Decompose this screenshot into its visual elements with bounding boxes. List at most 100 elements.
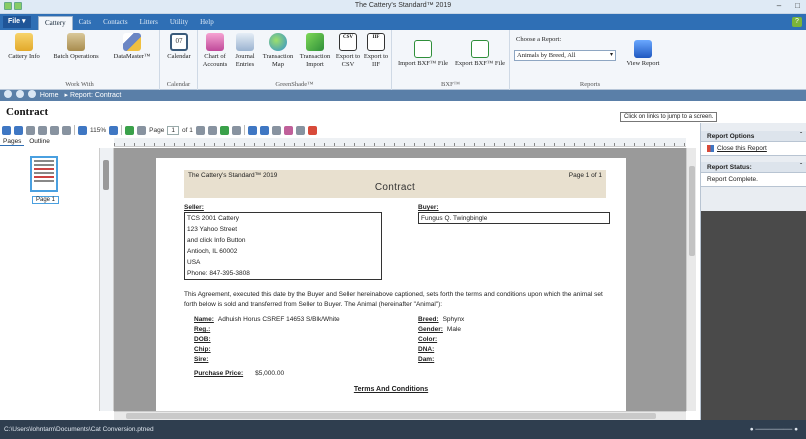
export-icon[interactable]	[38, 125, 47, 135]
last-page-icon[interactable]	[207, 125, 217, 135]
page-label: Page	[149, 126, 165, 134]
report-select[interactable]: Animals by Breed, All ▾	[514, 50, 616, 61]
single-page-icon[interactable]	[247, 125, 257, 135]
export-csv-button[interactable]: CSV Export to CSV	[334, 33, 362, 69]
previous-page-icon[interactable]	[137, 125, 147, 135]
tab-contacts[interactable]: Contacts	[97, 16, 134, 30]
back-icon[interactable]	[4, 90, 12, 98]
divider	[74, 125, 75, 135]
chart-of-accounts-button[interactable]: Chart of Accounts	[200, 33, 230, 69]
field-dna: DNA:	[418, 346, 438, 353]
vertical-ruler	[100, 148, 114, 411]
field-breed: Breed: Sphynx	[418, 316, 464, 323]
right-task-pane: Report Options ˆ Close this Report Repor…	[700, 123, 806, 420]
ribbon-tabs: Cattery Cats Contacts Litters Utility He…	[38, 16, 220, 30]
tab-utility[interactable]: Utility	[164, 16, 194, 30]
import-bxf-button[interactable]: Import BXF™ File	[396, 40, 450, 68]
field-value: Male	[446, 326, 462, 333]
export-bxf-button[interactable]: Export BXF™ File	[452, 40, 508, 68]
zoom-icon[interactable]	[78, 125, 87, 135]
export-iif-button[interactable]: IIF Export to IIF	[362, 33, 390, 69]
tab-outline[interactable]: Outline	[26, 138, 53, 145]
report-options-section: Close this Report	[701, 142, 806, 156]
view-report-button[interactable]: View Report	[618, 40, 668, 68]
collapse-icon[interactable]: ˆ	[800, 131, 802, 142]
horizontal-scrollbar[interactable]	[114, 411, 686, 420]
pane-spacer	[701, 123, 806, 131]
thumbnail-label[interactable]: Page 1	[32, 196, 60, 204]
field-label: Breed:	[418, 316, 439, 323]
zoom-value[interactable]: 115%	[90, 127, 106, 134]
edit-icon[interactable]	[283, 125, 293, 135]
stop-icon[interactable]	[231, 125, 241, 135]
report-status-text: Report Complete.	[707, 176, 758, 183]
thumbnail-line	[34, 172, 54, 174]
tab-pages[interactable]: Pages	[0, 138, 25, 146]
field-label: Dam:	[418, 356, 435, 363]
buyer-label: Buyer:	[418, 204, 439, 211]
page-thumbnail[interactable]	[30, 156, 58, 192]
zoom-in-icon[interactable]	[109, 125, 119, 135]
thumbnail-line	[34, 176, 54, 178]
seller-line: TCS 2001 Cattery	[187, 215, 240, 222]
group-label-greenshade: GreenShade™	[275, 81, 314, 88]
report-header-left: The Cattery's Standard™ 2019	[188, 172, 278, 179]
multi-page-icon[interactable]	[259, 125, 269, 135]
report-title: Contract	[374, 182, 416, 193]
text-icon[interactable]	[295, 125, 305, 135]
thumbnail-pane: Page 1	[0, 148, 100, 411]
breadcrumb-home[interactable]: Home	[40, 92, 59, 99]
journal-entries-button[interactable]: Journal Entries	[230, 33, 260, 69]
chart-of-accounts-label: Chart of Accounts	[202, 53, 228, 68]
datamaster-button[interactable]: DataMaster™	[106, 33, 158, 61]
field-label: Reg.:	[194, 326, 211, 333]
print-icon[interactable]	[50, 125, 59, 135]
find-icon[interactable]	[307, 125, 317, 135]
grid-icon[interactable]	[271, 125, 281, 135]
tab-help[interactable]: Help	[194, 16, 220, 30]
forward-icon[interactable]	[15, 90, 24, 98]
scroll-thumb[interactable]	[126, 413, 656, 419]
refresh-icon[interactable]	[219, 125, 229, 135]
minimize-icon[interactable]: –	[777, 1, 781, 10]
calendar-button[interactable]: 07 Calendar	[162, 33, 196, 61]
maximize-icon[interactable]: □	[795, 1, 800, 10]
iif-file-icon: IIF	[367, 33, 385, 51]
zoom-slider[interactable]: ● ──────── ●	[750, 420, 798, 439]
help-icon[interactable]: ?	[792, 17, 802, 27]
field-label: Sire:	[194, 356, 209, 363]
scroll-thumb[interactable]	[689, 166, 695, 256]
group-label-work-with: Work With	[65, 81, 94, 88]
transaction-map-button[interactable]: Transaction Map	[260, 33, 296, 69]
group-work-with: Cattery Info Batch Operations DataMaster…	[0, 30, 160, 90]
tab-cattery[interactable]: Cattery	[38, 16, 73, 30]
buyer-name: Fungus Q. Twingbingle	[421, 215, 488, 222]
tab-cats[interactable]: Cats	[73, 16, 97, 30]
report-status-header[interactable]: Report Status: ˆ	[701, 162, 806, 173]
chevron-down-icon: ▾	[609, 52, 613, 58]
next-page-icon[interactable]	[195, 125, 205, 135]
page-number-input[interactable]: 1	[167, 125, 179, 135]
report-options-header[interactable]: Report Options ˆ	[701, 131, 806, 142]
first-page-icon[interactable]	[125, 125, 135, 135]
tab-litters[interactable]: Litters	[134, 16, 164, 30]
group-reports: Choose a Report: Animals by Breed, All ▾…	[510, 30, 670, 90]
cattery-info-icon	[15, 33, 33, 51]
batch-operations-button[interactable]: Batch Operations	[46, 33, 106, 61]
home-icon[interactable]	[27, 90, 36, 98]
field-label: DOB:	[194, 336, 211, 343]
close-report-link[interactable]: Close this Report	[707, 145, 800, 152]
seller-line: Antioch, IL 60002	[187, 248, 238, 255]
collapse-icon[interactable]: ˆ	[800, 162, 802, 173]
transaction-import-button[interactable]: Transaction Import	[296, 33, 334, 69]
page-setup-icon[interactable]	[62, 125, 71, 135]
copy-icon[interactable]	[26, 125, 35, 135]
save-icon[interactable]	[14, 125, 23, 135]
cattery-info-button[interactable]: Cattery Info	[2, 33, 46, 61]
file-menu-button[interactable]: File ▾	[3, 16, 31, 28]
ruler-handle[interactable]	[103, 160, 109, 190]
group-bxf: Import BXF™ File Export BXF™ File BXF™	[392, 30, 510, 90]
open-icon[interactable]	[2, 125, 11, 135]
field-label: Chip:	[194, 346, 211, 353]
vertical-scrollbar[interactable]	[686, 148, 696, 411]
